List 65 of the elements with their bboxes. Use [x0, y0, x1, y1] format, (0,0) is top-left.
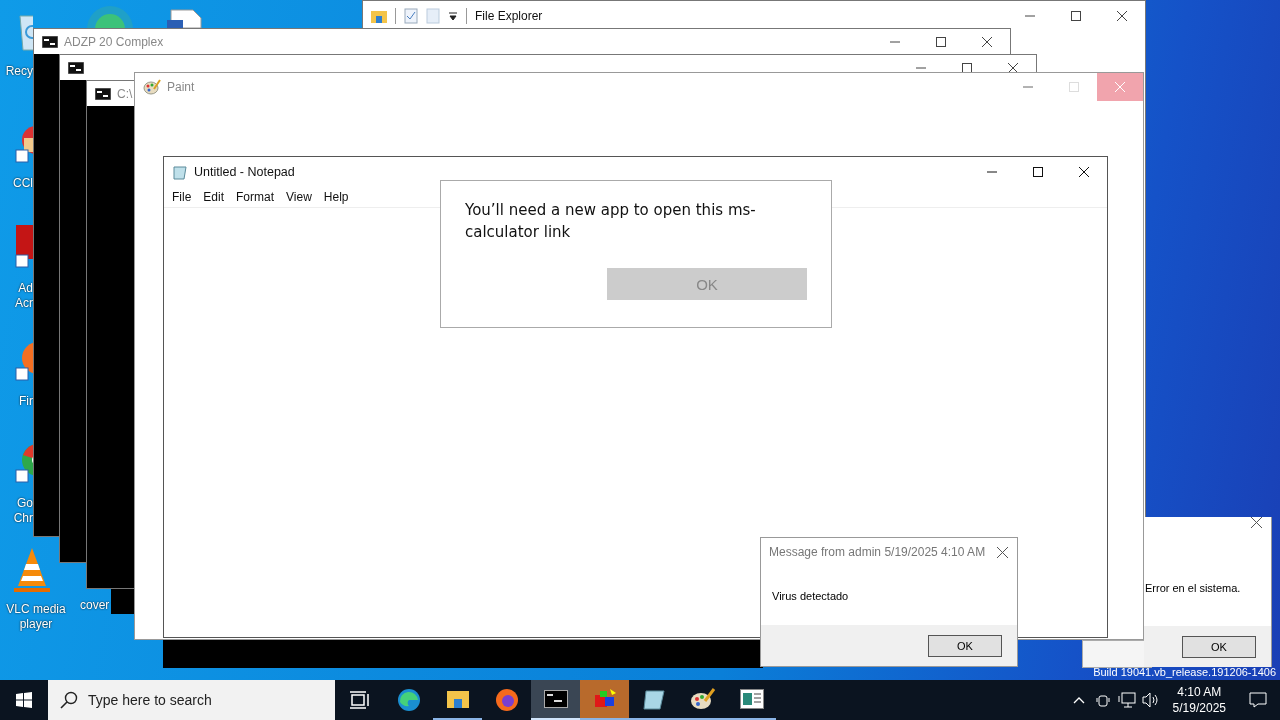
browser-icon	[494, 688, 519, 712]
window-title: ADZP 20 Complex	[64, 34, 164, 49]
document-shortcut-icon[interactable]	[12, 225, 33, 269]
message-text: Virus detectado	[772, 590, 849, 602]
console-icon[interactable]	[95, 87, 111, 100]
notification-icon[interactable]	[1249, 692, 1267, 708]
close-icon[interactable]	[1008, 62, 1018, 73]
desktop-icon-label[interactable]: VLC media	[6, 602, 66, 617]
maximize-icon[interactable]	[1033, 167, 1043, 177]
window-title: Message from admin 5/19/2025 4:10 AM	[769, 545, 986, 559]
folder-icon	[445, 689, 470, 709]
clock-date[interactable]: 5/19/2025	[1172, 700, 1226, 716]
menu-item[interactable]: Help	[317, 190, 355, 204]
notepad-icon[interactable]	[172, 164, 188, 180]
desktop-icon-label[interactable]: Recy	[5, 64, 33, 79]
device-icon[interactable]	[1095, 693, 1110, 707]
clock-time[interactable]: 4:10 AM	[1177, 684, 1222, 700]
task-view-icon	[349, 691, 370, 709]
desktop-icon-label[interactable]: CCl	[13, 176, 33, 191]
search-field[interactable]: Type here to search	[48, 680, 335, 720]
console-icon[interactable]	[68, 61, 84, 74]
ok-button[interactable]: OK	[1182, 635, 1256, 658]
close-icon[interactable]	[982, 36, 992, 47]
desktop-icon-label[interactable]: cover	[80, 598, 110, 613]
maximize-icon[interactable]	[936, 36, 946, 47]
window-title: File Explorer	[475, 9, 543, 23]
search-icon	[60, 691, 78, 709]
menu-item[interactable]: View	[280, 190, 318, 204]
desktop-icon-label[interactable]: Fir	[19, 394, 33, 409]
network-icon[interactable]	[1117, 692, 1136, 708]
close-icon[interactable]	[1079, 167, 1089, 177]
app-window-icon	[739, 689, 764, 709]
traffic-cone-icon[interactable]	[12, 548, 52, 592]
close-icon[interactable]	[996, 546, 1008, 558]
window-title: C:\	[117, 86, 133, 101]
palette-icon	[689, 687, 716, 711]
menu-item[interactable]: File	[166, 190, 198, 204]
desktop-icon-label[interactable]: Chr	[13, 511, 33, 526]
browser-icon	[396, 688, 421, 712]
maximize-icon[interactable]	[1071, 11, 1081, 21]
message-text: Error en el sistema.	[1145, 582, 1241, 594]
chevron-up-icon[interactable]	[1072, 696, 1085, 704]
window-title: Paint	[167, 80, 195, 94]
desktop-icon-label[interactable]: Go	[17, 496, 33, 511]
menu-item[interactable]: Format	[230, 190, 281, 204]
menu-item[interactable]: Edit	[197, 190, 231, 204]
ok-button[interactable]: OK	[928, 634, 1002, 657]
palette-icon[interactable]	[143, 79, 161, 95]
document-icon[interactable]	[165, 8, 205, 28]
window-title: Untitled - Notepad	[194, 165, 295, 179]
desktop-icon-label[interactable]: Acr	[15, 296, 33, 311]
windows-start-icon[interactable]	[16, 692, 32, 708]
notepad-icon	[641, 687, 666, 711]
build-watermark: Build 19041.vb_release.191206-1406	[1093, 666, 1276, 678]
dialog-message: You’ll need a new app to open this ms-calculator link	[465, 200, 757, 243]
folder-icon[interactable]	[371, 9, 387, 23]
volume-icon[interactable]	[1141, 692, 1160, 708]
desktop-icon-label[interactable]: Ad	[18, 281, 33, 296]
console-icon	[543, 690, 568, 708]
close-icon[interactable]	[1117, 11, 1127, 21]
caret-icon[interactable]	[448, 11, 458, 21]
close-icon[interactable]	[1250, 517, 1262, 528]
checkmark-icon[interactable]	[404, 8, 418, 24]
desktop-icon-label[interactable]: player	[19, 617, 53, 632]
console-icon[interactable]	[42, 35, 58, 48]
